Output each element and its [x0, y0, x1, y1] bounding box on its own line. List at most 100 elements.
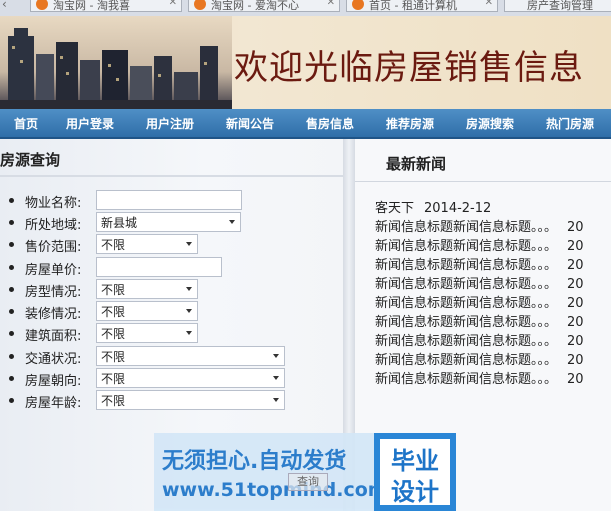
field-label: 所处地域: [25, 218, 82, 233]
select-value: 不限 [101, 327, 126, 341]
chevron-down-icon [273, 376, 279, 380]
traffic-select[interactable]: 不限 [96, 346, 285, 366]
bullet-icon [9, 287, 14, 292]
news-title: 新闻信息标题新闻信息标题。。。 [375, 296, 558, 311]
close-icon[interactable]: ✕ [169, 0, 177, 8]
news-date: 20 [567, 277, 584, 292]
news-item[interactable]: 新闻信息标题新闻信息标题。。。 20 [375, 294, 611, 313]
news-item[interactable]: 新闻信息标题新闻信息标题。。。 20 [375, 275, 611, 294]
nav-item-popular[interactable]: 热门房源 [546, 115, 594, 132]
select-value: 不限 [101, 372, 126, 386]
area-select[interactable]: 不限 [96, 323, 198, 343]
chevron-down-icon [273, 354, 279, 358]
close-icon[interactable]: ✕ [327, 0, 335, 8]
search-panel-heading: 房源查询 [0, 151, 61, 169]
bullet-icon [9, 354, 14, 359]
news-date: 20 [567, 220, 584, 235]
news-item[interactable]: 新闻信息标题新闻信息标题。。。 20 [375, 351, 611, 370]
browser-tab-2[interactable]: 淘宝网 - 爱淘不心 ✕ [188, 0, 340, 12]
news-title: 新闻信息标题新闻信息标题。。。 [375, 239, 558, 254]
browser-tab-title: 淘宝网 - 淘我喜 [53, 0, 130, 12]
news-title: 新闻信息标题新闻信息标题。。。 [375, 353, 558, 368]
select-value: 新县城 [101, 216, 138, 230]
news-item[interactable]: 新闻信息标题新闻信息标题。。。 20 [375, 370, 611, 389]
news-date: 20 [567, 334, 584, 349]
property-name-input[interactable] [96, 190, 242, 210]
select-value: 不限 [101, 305, 126, 319]
field-label: 房屋单价: [25, 263, 82, 278]
news-item[interactable]: 新闻信息标题新闻信息标题。。。 20 [375, 237, 611, 256]
nav-item-sale-info[interactable]: 售房信息 [306, 115, 354, 132]
orientation-select[interactable]: 不限 [96, 368, 285, 388]
news-item[interactable]: 新闻信息标题新闻信息标题。。。 20 [375, 313, 611, 332]
news-title: 新闻信息标题新闻信息标题。。。 [375, 315, 558, 330]
layout-select[interactable]: 不限 [96, 279, 198, 299]
favicon-icon [36, 0, 48, 10]
watermark-text-block: 无须担心.自动发货 www.51topmind.com [154, 433, 388, 511]
bullet-icon [9, 198, 14, 203]
age-select[interactable]: 不限 [96, 390, 285, 410]
watermark-url: www.51topmind.com [162, 479, 388, 501]
field-label: 售价范围: [25, 240, 82, 255]
chevron-down-icon [186, 242, 192, 246]
bullet-icon [9, 265, 14, 270]
browser-tab-4[interactable]: 房产查询管理 [504, 0, 611, 12]
favicon-icon [194, 0, 206, 10]
field-label: 交通状况: [25, 352, 82, 367]
news-date: 2014-2-12 [424, 201, 492, 216]
header-banner: 欢迎光临房屋销售信息 [0, 16, 611, 109]
news-title: 客天下 [375, 201, 415, 216]
watermark-badge-line2: 设计 [391, 478, 439, 506]
bullet-icon [9, 398, 14, 403]
back-arrow-icon[interactable]: ‹ [2, 0, 7, 11]
watermark-badge: 毕业 设计 [374, 433, 456, 511]
watermark-slogan: 无须担心.自动发货 [162, 449, 347, 474]
news-date: 20 [567, 296, 584, 311]
unit-price-input[interactable] [96, 257, 222, 277]
browser-tab-strip: ‹ 淘宝网 - 淘我喜 ✕ 淘宝网 - 爱淘不心 ✕ 首页 - 租通计算机 ✕ … [0, 0, 611, 17]
bullet-icon [9, 309, 14, 314]
watermark-banner: 无须担心.自动发货 www.51topmind.com 毕业 设计 [154, 433, 456, 511]
news-date: 20 [567, 353, 584, 368]
favicon-icon [352, 0, 364, 10]
nav-item-login[interactable]: 用户登录 [66, 115, 114, 132]
field-label: 房型情况: [25, 285, 82, 300]
field-label: 房屋年龄: [25, 396, 82, 411]
nav-item-register[interactable]: 用户注册 [146, 115, 194, 132]
bullet-icon [9, 242, 14, 247]
decoration-select[interactable]: 不限 [96, 301, 198, 321]
news-title: 新闻信息标题新闻信息标题。。。 [375, 220, 558, 235]
field-label: 建筑面积: [25, 329, 82, 344]
field-label: 房屋朝向: [25, 374, 82, 389]
nav-item-recommended[interactable]: 推荐房源 [386, 115, 434, 132]
divider [0, 175, 343, 177]
select-value: 不限 [101, 394, 126, 408]
price-range-select[interactable]: 不限 [96, 234, 198, 254]
search-button[interactable]: 查询 [288, 473, 328, 491]
news-title: 新闻信息标题新闻信息标题。。。 [375, 334, 558, 349]
location-select[interactable]: 新县城 [96, 212, 241, 232]
news-item[interactable]: 客天下 2014-2-12 [375, 199, 611, 218]
chevron-down-icon [186, 331, 192, 335]
chevron-down-icon [229, 220, 235, 224]
site-title: 欢迎光临房屋销售信息 [234, 48, 584, 88]
watermark-badge-inner: 毕业 设计 [380, 439, 450, 506]
browser-tab-1[interactable]: 淘宝网 - 淘我喜 ✕ [30, 0, 182, 12]
news-date: 20 [567, 239, 584, 254]
select-value: 不限 [101, 283, 126, 297]
browser-tab-3[interactable]: 首页 - 租通计算机 ✕ [346, 0, 498, 12]
field-label: 物业名称: [25, 196, 82, 211]
city-skyline-image [0, 16, 232, 109]
nav-item-news[interactable]: 新闻公告 [226, 115, 274, 132]
close-icon[interactable]: ✕ [485, 0, 493, 8]
field-label: 装修情况: [25, 307, 82, 322]
news-item[interactable]: 新闻信息标题新闻信息标题。。。 20 [375, 332, 611, 351]
bullet-icon [9, 331, 14, 336]
news-item[interactable]: 新闻信息标题新闻信息标题。。。 20 [375, 256, 611, 275]
browser-tab-title: 首页 - 租通计算机 [369, 0, 457, 12]
browser-tab-title: 房产查询管理 [527, 0, 593, 12]
news-item[interactable]: 新闻信息标题新闻信息标题。。。 20 [375, 218, 611, 237]
nav-item-home[interactable]: 首页 [14, 115, 38, 132]
nav-item-search[interactable]: 房源搜索 [466, 115, 514, 132]
browser-tab-title: 淘宝网 - 爱淘不心 [211, 0, 299, 12]
